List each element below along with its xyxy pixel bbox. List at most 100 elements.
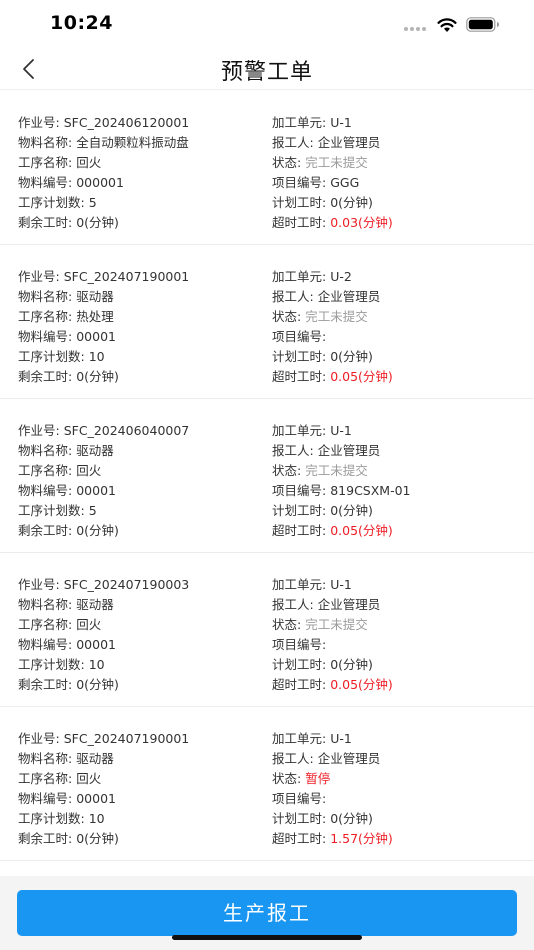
field-label: 剩余工时: xyxy=(18,677,73,692)
work-order-list[interactable]: 作业号: SFC_202406120001 物料名称: 全自动颗粒料振动盘 工序名称: 回… xyxy=(0,91,534,876)
field-planned-qty: 工序计划数: 5 xyxy=(18,501,189,521)
field-label: 超时工时: xyxy=(272,831,327,846)
field-label: 物料名称: xyxy=(18,443,73,458)
field-job-no: 作业号: SFC_202407190003 xyxy=(18,575,189,595)
field-value: 驱动器 xyxy=(76,289,114,304)
field-planned-time: 计划工时: 0(分钟) xyxy=(272,809,393,829)
field-label: 项目编号: xyxy=(272,791,327,806)
work-order-left-column: 作业号: SFC_202406040007 物料名称: 驱动器 工序名称: 回火 物料编号:… xyxy=(18,421,189,541)
field-label: 超时工时: xyxy=(272,369,327,384)
field-value: 819CSXM-01 xyxy=(330,483,411,498)
field-status: 状态: 完工未提交 xyxy=(272,615,393,635)
field-label: 计划工时: xyxy=(272,503,327,518)
field-label: 加工单元: xyxy=(272,115,327,130)
field-value: 00001 xyxy=(76,483,116,498)
field-value: SFC_202406040007 xyxy=(63,423,190,438)
field-label: 加工单元: xyxy=(272,577,327,592)
field-value: U-1 xyxy=(330,115,352,130)
wifi-icon xyxy=(437,18,457,32)
field-value: 0.05(分钟) xyxy=(330,369,393,384)
field-remaining-time: 剩余工时: 0(分钟) xyxy=(18,367,189,387)
field-planned-qty: 工序计划数: 10 xyxy=(18,347,189,367)
field-value: 回火 xyxy=(76,617,102,632)
field-value: 企业管理员 xyxy=(317,289,381,304)
field-value: 0.03(分钟) xyxy=(330,215,393,230)
field-remaining-time: 剩余工时: 0(分钟) xyxy=(18,213,189,233)
field-label: 物料编号: xyxy=(18,329,73,344)
battery-icon xyxy=(466,17,499,32)
field-label: 作业号: xyxy=(18,115,60,130)
field-value: 0(分钟) xyxy=(330,349,373,364)
field-job-no: 作业号: SFC_202407190001 xyxy=(18,267,189,287)
field-material-code: 物料编号: 00001 xyxy=(18,327,189,347)
field-value: 0(分钟) xyxy=(330,657,373,672)
field-value: 5 xyxy=(88,195,97,210)
field-value: U-2 xyxy=(330,269,352,284)
field-work-unit: 加工单元: U-1 xyxy=(272,575,393,595)
field-value: GGG xyxy=(330,175,360,190)
field-process-name: 工序名称: 回火 xyxy=(18,615,189,635)
field-value: 企业管理员 xyxy=(317,597,381,612)
field-label: 超时工时: xyxy=(272,677,327,692)
work-order-right-column: 加工单元: U-1 报工人: 企业管理员 状态: 暂停 项目编号: 计划工时: 0(分钟) 超时工… xyxy=(272,729,393,849)
work-order-card[interactable]: 作业号: SFC_202407190001 物料名称: 驱动器 工序名称: 热处理 物料编号… xyxy=(0,245,534,399)
field-label: 作业号: xyxy=(18,269,60,284)
work-order-card[interactable]: 作业号: SFC_202407190003 物料名称: 驱动器 工序名称: 回火物料编号:… xyxy=(0,553,534,707)
field-label: 项目编号: xyxy=(272,175,327,190)
field-material-name: 物料名称: 驱动器 xyxy=(18,595,189,615)
field-value: 回火 xyxy=(76,155,102,170)
field-material-code: 物料编号: 000001 xyxy=(18,173,189,193)
field-job-no: 作业号: SFC_202406120001 xyxy=(18,113,189,133)
field-label: 项目编号: xyxy=(272,637,327,652)
work-order-left-column: 作业号: SFC_202407190003 物料名称: 驱动器 工序名称: 回火物料编号:… xyxy=(18,575,189,695)
field-overtime: 超时工时: 0.05(分钟) xyxy=(272,367,393,387)
work-order-card[interactable]: 作业号: SFC_202406040007 物料名称: 驱动器 工序名称: 回火 物料编号:… xyxy=(0,399,534,553)
work-order-card[interactable]: 作业号: SFC_202407190001 物料名称: 驱动器 工序名称: 回火 物料编号:… xyxy=(0,707,534,861)
production-report-button[interactable]: 生产报工 xyxy=(17,890,517,936)
field-label: 状态: xyxy=(272,617,302,632)
work-order-left-column: 作业号: SFC_202407190001 物料名称: 驱动器 工序名称: 热处理 物料编号… xyxy=(18,267,189,387)
field-remaining-time: 剩余工时: 0(分钟) xyxy=(18,675,189,695)
field-label: 工序计划数: xyxy=(18,195,85,210)
field-work-unit: 加工单元: U-1 xyxy=(272,729,393,749)
field-work-unit: 加工单元: U-2 xyxy=(272,267,393,287)
field-label: 超时工时: xyxy=(272,523,327,538)
field-label: 计划工时: xyxy=(272,195,327,210)
field-label: 加工单元: xyxy=(272,731,327,746)
field-material-code: 物料编号: 00001 xyxy=(18,789,189,809)
field-value: 企业管理员 xyxy=(317,751,381,766)
field-label: 工序计划数: xyxy=(18,811,85,826)
field-material-code: 物料编号: 00001 xyxy=(18,481,189,501)
field-label: 工序名称: xyxy=(18,309,73,324)
field-label: 物料编号: xyxy=(18,483,73,498)
field-job-no: 作业号: SFC_202407190001 xyxy=(18,729,189,749)
field-material-name: 物料名称: 驱动器 xyxy=(18,441,189,461)
field-label: 项目编号: xyxy=(272,483,327,498)
field-material-name: 物料名称: 驱动器 xyxy=(18,287,189,307)
field-overtime: 超时工时: 0.05(分钟) xyxy=(272,675,393,695)
field-label: 物料编号: xyxy=(18,637,73,652)
field-label: 工序名称: xyxy=(18,155,73,170)
field-value: 0(分钟) xyxy=(76,369,119,384)
field-label: 剩余工时: xyxy=(18,215,73,230)
field-label: 计划工时: xyxy=(272,349,327,364)
field-label: 物料编号: xyxy=(18,175,73,190)
field-value: 热处理 xyxy=(76,309,114,324)
field-value: 0(分钟) xyxy=(330,195,373,210)
field-planned-qty: 工序计划数: 10 xyxy=(18,809,189,829)
status-time: 10:24 xyxy=(50,12,113,34)
field-value: 0.05(分钟) xyxy=(330,523,393,538)
field-value: 完工未提交 xyxy=(305,463,368,478)
field-value: 完工未提交 xyxy=(305,617,368,632)
field-value: 0(分钟) xyxy=(330,503,373,518)
cellular-signal-icon xyxy=(404,27,426,31)
work-order-right-column: 加工单元: U-2 报工人: 企业管理员 状态: 完工未提交 项目编号: 计划工时: 0(分钟)… xyxy=(272,267,393,387)
field-material-name: 物料名称: 全自动颗粒料振动盘 xyxy=(18,133,189,153)
field-work-unit: 加工单元: U-1 xyxy=(272,421,411,441)
field-value: 10 xyxy=(88,349,105,364)
field-process-name: 工序名称: 回火 xyxy=(18,769,189,789)
field-value: 00001 xyxy=(76,329,116,344)
work-order-right-column: 加工单元: U-1 报工人: 企业管理员 状态: 完工未提交 项目编号: GGG 计划工时: 0(… xyxy=(272,113,393,233)
work-order-card[interactable]: 作业号: SFC_202406120001 物料名称: 全自动颗粒料振动盘 工序名称: 回… xyxy=(0,91,534,245)
field-process-name: 工序名称: 回火 xyxy=(18,153,189,173)
